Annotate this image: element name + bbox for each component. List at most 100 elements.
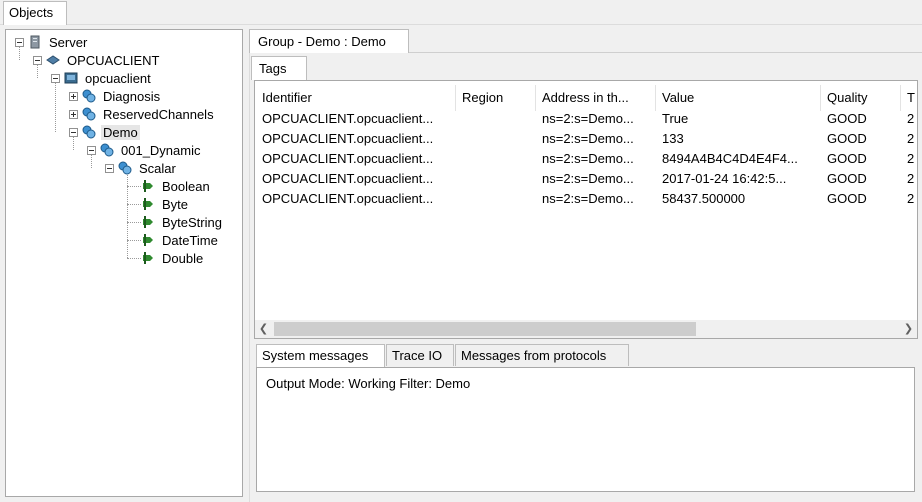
tree-node-label: Boolean	[162, 178, 210, 194]
table-row[interactable]: OPCUACLIENT.opcuaclient... ns=2:s=Demo..…	[255, 171, 917, 191]
tree-node-bytestring[interactable]: ByteString	[141, 213, 224, 231]
cell-region	[455, 111, 535, 131]
tree-node-001-dynamic[interactable]: 001_Dynamic	[87, 141, 203, 159]
tree-node-label: DateTime	[162, 232, 218, 248]
object-tree[interactable]: Server OPCUACLIENT opcuaclient Diagnosis	[5, 29, 243, 497]
tree-node-label: ByteString	[162, 214, 222, 230]
tree-connector	[127, 172, 128, 258]
tab-system-messages[interactable]: System messages	[256, 344, 385, 367]
tree-node-label: 001_Dynamic	[121, 142, 201, 158]
cell-quality: GOOD	[827, 171, 867, 186]
tree-node-diagnosis[interactable]: Diagnosis	[69, 87, 162, 105]
device-icon	[64, 72, 78, 84]
tag-icon	[143, 216, 153, 228]
tag-group-icon	[100, 143, 114, 157]
cell-identifier: OPCUACLIENT.opcuaclient...	[262, 151, 434, 166]
collapse-toggle[interactable]	[105, 163, 114, 173]
chevron-left-icon[interactable]: ❮	[255, 320, 272, 338]
chevron-right-icon[interactable]: ❯	[900, 320, 917, 338]
tree-node-label: Scalar	[139, 160, 176, 176]
column-header-time[interactable]: T	[900, 81, 917, 111]
table-row[interactable]: OPCUACLIENT.opcuaclient... ns=2:s=Demo..…	[255, 151, 917, 171]
tree-node-label: Diagnosis	[103, 88, 161, 104]
column-header-value[interactable]: Value	[655, 81, 820, 111]
cell-value: 58437.500000	[662, 191, 746, 206]
tree-node-boolean[interactable]: Boolean	[141, 177, 212, 195]
tree-node-double[interactable]: Double	[141, 249, 205, 267]
tree-connector	[127, 222, 141, 223]
horizontal-scrollbar[interactable]: ❮ ❯	[255, 320, 917, 338]
expand-toggle[interactable]	[69, 91, 78, 101]
collapse-toggle[interactable]	[87, 145, 96, 155]
tree-node-label: Server	[49, 34, 88, 50]
cell-value: 8494A4B4C4D4E4F4...	[662, 151, 798, 166]
collapse-toggle[interactable]	[69, 127, 78, 137]
cell-value: 2017-01-24 16:42:5...	[662, 171, 787, 186]
cell-time: 2	[907, 171, 915, 186]
cell-value: True	[662, 111, 689, 126]
column-header-address[interactable]: Address in th...	[535, 81, 655, 111]
tree-connector	[55, 82, 56, 132]
tree-connector	[127, 204, 141, 205]
cell-time: 2	[907, 131, 915, 146]
tab-group-demo[interactable]: Group - Demo : Demo	[249, 29, 409, 54]
cell-time: 2	[907, 191, 915, 206]
column-header-quality[interactable]: Quality	[820, 81, 900, 111]
column-header-identifier[interactable]: Identifier	[255, 81, 455, 111]
cell-identifier: OPCUACLIENT.opcuaclient...	[262, 131, 434, 146]
cell-identifier: OPCUACLIENT.opcuaclient...	[262, 111, 434, 126]
output-mode-text: Output Mode: Working Filter: Demo	[266, 376, 471, 391]
cell-address: ns=2:s=Demo...	[542, 171, 634, 186]
cell-address: ns=2:s=Demo...	[542, 191, 634, 206]
tag-group-icon	[82, 107, 96, 121]
tree-node-label: Double	[162, 250, 204, 266]
tree-node-datetime[interactable]: DateTime	[141, 231, 220, 249]
collapse-toggle[interactable]	[33, 55, 42, 65]
tree-node-opcuaclient-channel[interactable]: OPCUACLIENT	[33, 51, 161, 69]
tags-table[interactable]: Identifier Region Address in th... Value…	[254, 80, 918, 339]
scrollbar-thumb[interactable]	[274, 322, 696, 336]
column-header-region[interactable]: Region	[455, 81, 535, 111]
table-row[interactable]: OPCUACLIENT.opcuaclient... ns=2:s=Demo..…	[255, 131, 917, 151]
expand-toggle[interactable]	[69, 109, 78, 119]
tree-node-label: opcuaclient	[85, 70, 151, 86]
tree-node-scalar[interactable]: Scalar	[105, 159, 178, 177]
tag-group-icon	[118, 161, 132, 175]
network-channel-icon	[46, 55, 60, 65]
tree-node-server[interactable]: Server	[15, 33, 89, 51]
tree-node-label: OPCUACLIENT	[67, 52, 160, 68]
tree-node-demo[interactable]: Demo	[69, 123, 140, 141]
cell-time: 2	[907, 111, 915, 126]
tree-node-reserved-channels[interactable]: ReservedChannels	[69, 105, 216, 123]
tag-icon	[143, 234, 153, 246]
tree-connector	[127, 186, 141, 187]
tab-objects[interactable]: Objects	[3, 1, 67, 25]
tree-connector	[127, 258, 141, 259]
cell-region	[455, 171, 535, 191]
tag-icon	[143, 198, 153, 210]
table-row[interactable]: OPCUACLIENT.opcuaclient... ns=2:s=Demo..…	[255, 111, 917, 131]
tree-node-byte[interactable]: Byte	[141, 195, 190, 213]
tag-group-icon	[82, 125, 96, 139]
tab-trace-io[interactable]: Trace IO	[386, 344, 454, 366]
collapse-toggle[interactable]	[15, 37, 24, 47]
table-row[interactable]: OPCUACLIENT.opcuaclient... ns=2:s=Demo..…	[255, 191, 917, 211]
server-icon	[30, 35, 40, 49]
group-tabstrip: Group - Demo : Demo	[249, 29, 922, 54]
cell-value: 133	[662, 131, 684, 146]
collapse-toggle[interactable]	[51, 73, 60, 83]
cell-time: 2	[907, 151, 915, 166]
cell-quality: GOOD	[827, 151, 867, 166]
tree-node-label-selected: Demo	[101, 124, 140, 140]
tab-tags[interactable]: Tags	[251, 56, 307, 80]
system-messages-panel[interactable]: Output Mode: Working Filter: Demo	[256, 367, 915, 492]
cell-identifier: OPCUACLIENT.opcuaclient...	[262, 191, 434, 206]
cell-identifier: OPCUACLIENT.opcuaclient...	[262, 171, 434, 186]
tag-icon	[143, 252, 153, 264]
tree-node-label: Byte	[162, 196, 189, 212]
cell-quality: GOOD	[827, 111, 867, 126]
tab-messages-from-protocols[interactable]: Messages from protocols	[455, 344, 629, 366]
tree-node-label: ReservedChannels	[103, 106, 214, 122]
tree-node-opcuaclient-device[interactable]: opcuaclient	[51, 69, 153, 87]
tree-connector	[127, 240, 141, 241]
